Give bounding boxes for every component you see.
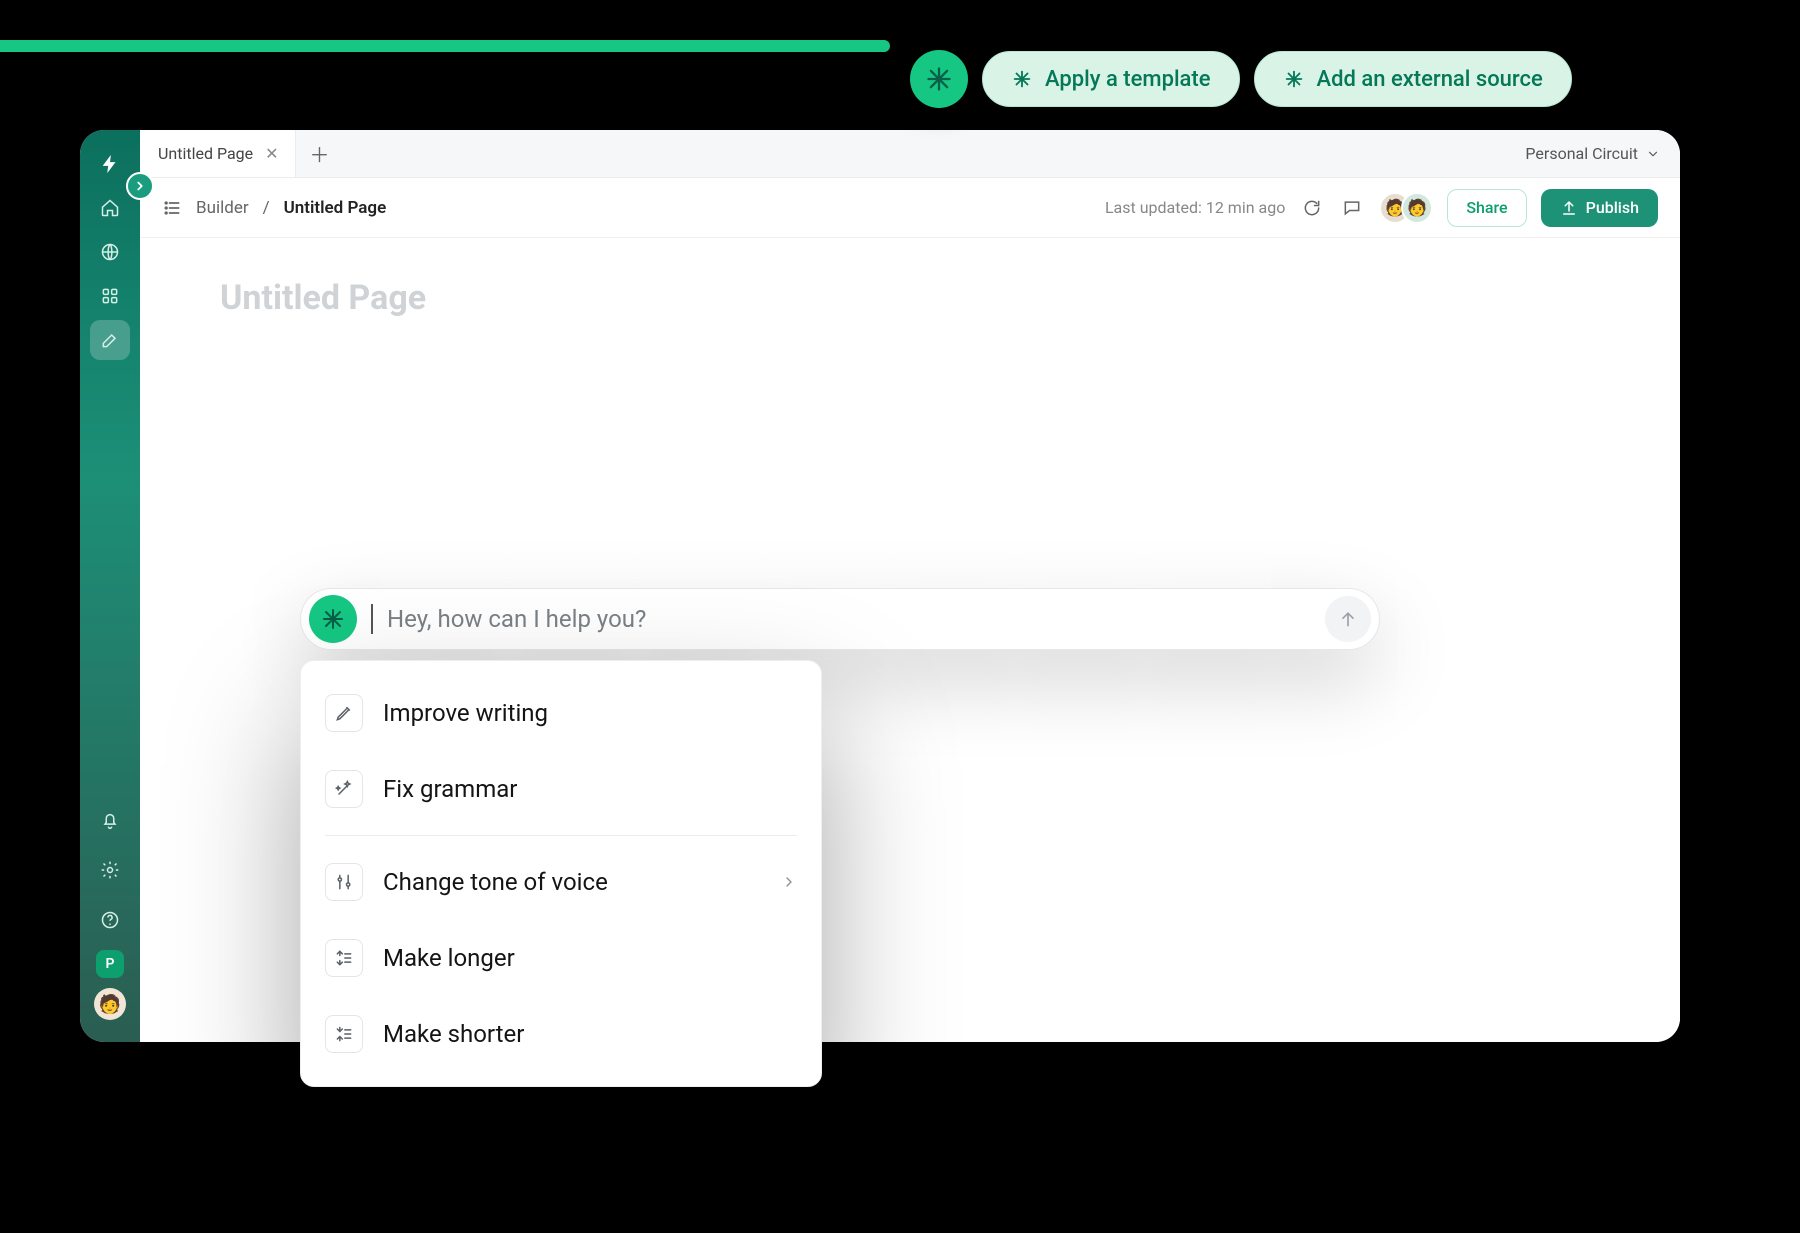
nav-settings[interactable]	[90, 850, 130, 890]
expand-icon	[325, 939, 363, 977]
ai-menu-label: Change tone of voice	[383, 868, 608, 896]
ai-menu-label: Fix grammar	[383, 775, 517, 803]
apply-template-button[interactable]: Apply a template	[982, 51, 1240, 107]
nav-apps[interactable]	[90, 276, 130, 316]
gear-icon	[100, 860, 120, 880]
ai-menu-label: Make longer	[383, 944, 515, 972]
left-nav-rail: P 🧑	[80, 130, 140, 1042]
sparkle-icon	[925, 65, 953, 93]
toolbar: Builder / Untitled Page Last updated: 12…	[140, 178, 1680, 238]
breadcrumb-sep: /	[263, 198, 270, 218]
arrow-up-icon	[1338, 609, 1358, 629]
sparkle-icon	[1283, 68, 1305, 90]
add-external-source-label: Add an external source	[1317, 67, 1543, 92]
list-icon	[162, 198, 182, 218]
ai-menu-make-shorter[interactable]: Make shorter	[301, 996, 821, 1072]
refresh-icon	[1302, 198, 1322, 218]
ai-send-button[interactable]	[1325, 596, 1371, 642]
expand-rail-button[interactable]	[126, 172, 154, 200]
ai-sparkle-mini[interactable]	[309, 595, 357, 643]
chevron-right-icon	[133, 179, 147, 193]
tab-strip: Untitled Page ✕ ＋ Personal Circuit	[140, 130, 1680, 178]
bell-icon	[100, 810, 120, 830]
presence-avatars[interactable]: 🧑 🧑	[1379, 192, 1433, 224]
publish-label: Publish	[1586, 198, 1639, 217]
nav-home[interactable]	[90, 188, 130, 228]
app-window: P 🧑 Untitled Page ✕ ＋ Personal Circuit B	[80, 130, 1680, 1042]
ai-prompt-placeholder: Hey, how can I help you?	[387, 605, 646, 633]
refresh-button[interactable]	[1299, 195, 1325, 221]
tab-active[interactable]: Untitled Page ✕	[140, 130, 296, 177]
workspace-label: Personal Circuit	[1525, 144, 1638, 163]
user-avatar[interactable]: 🧑	[94, 988, 126, 1020]
workspace-badge[interactable]: P	[96, 950, 124, 978]
breadcrumb-page[interactable]: Untitled Page	[284, 198, 387, 218]
share-label: Share	[1466, 198, 1507, 217]
avatar: 🧑	[1401, 192, 1433, 224]
last-updated-status: Last updated: 12 min ago	[1105, 198, 1285, 217]
nav-notifications[interactable]	[90, 800, 130, 840]
outline-toggle[interactable]	[162, 198, 182, 218]
ai-menu-improve-writing[interactable]: Improve writing	[301, 675, 821, 751]
pencil-icon	[325, 694, 363, 732]
text-cursor	[371, 604, 373, 634]
shrink-icon	[325, 1015, 363, 1053]
ai-menu-label: Make shorter	[383, 1020, 524, 1048]
nav-help[interactable]	[90, 900, 130, 940]
sparkle-icon	[321, 607, 345, 631]
ai-sparkle-button[interactable]	[910, 50, 968, 108]
sparkle-icon	[1011, 68, 1033, 90]
upload-icon	[1560, 199, 1578, 217]
nav-globe[interactable]	[90, 232, 130, 272]
help-icon	[100, 910, 120, 930]
ai-menu-fix-grammar[interactable]: Fix grammar	[301, 751, 821, 827]
new-tab-button[interactable]: ＋	[296, 130, 344, 177]
menu-separator	[325, 835, 797, 836]
top-callout-row: Apply a template Add an external source	[910, 50, 1572, 108]
apply-template-label: Apply a template	[1045, 67, 1211, 92]
ai-menu-make-longer[interactable]: Make longer	[301, 920, 821, 996]
tab-title: Untitled Page	[158, 144, 253, 163]
ai-prompt-bar[interactable]: Hey, how can I help you?	[300, 588, 1380, 650]
edit-icon	[100, 330, 120, 350]
globe-icon	[100, 242, 120, 262]
ai-menu-label: Improve writing	[383, 699, 548, 727]
app-logo	[90, 144, 130, 184]
home-icon	[100, 198, 120, 218]
publish-button[interactable]: Publish	[1541, 189, 1658, 227]
comments-button[interactable]	[1339, 195, 1365, 221]
chat-icon	[1342, 198, 1362, 218]
grid-icon	[100, 286, 120, 306]
workspace-switcher[interactable]: Personal Circuit	[1525, 130, 1680, 177]
ai-menu-change-tone[interactable]: Change tone of voice	[301, 844, 821, 920]
nav-edit[interactable]	[90, 320, 130, 360]
close-tab-button[interactable]: ✕	[265, 144, 278, 163]
chevron-down-icon	[1646, 147, 1660, 161]
top-progress-strip	[0, 40, 890, 52]
breadcrumb-root[interactable]: Builder	[196, 198, 249, 218]
wand-icon	[325, 770, 363, 808]
sliders-icon	[325, 863, 363, 901]
page-title-placeholder[interactable]: Untitled Page	[220, 278, 1610, 318]
add-external-source-button[interactable]: Add an external source	[1254, 51, 1572, 107]
chevron-right-icon	[781, 874, 797, 890]
ai-action-menu: Improve writing Fix grammar Change tone …	[300, 660, 822, 1087]
share-button[interactable]: Share	[1447, 189, 1526, 227]
